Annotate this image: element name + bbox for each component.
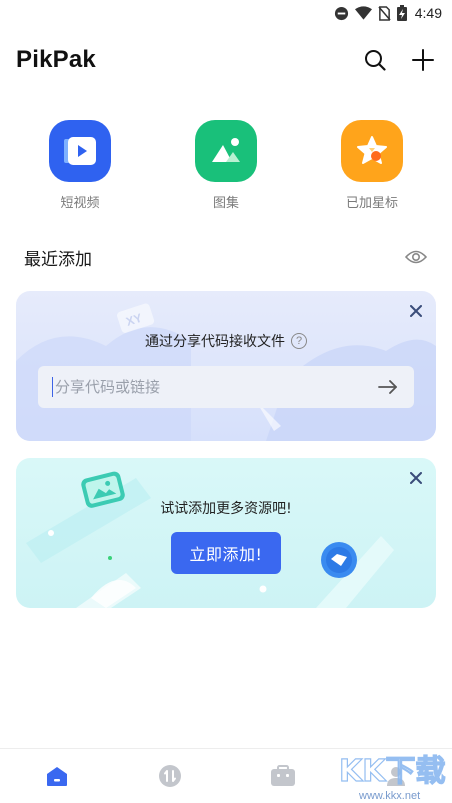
quick-item-label: 短视频 (60, 196, 100, 211)
quick-item-label: 已加星标 (345, 196, 398, 211)
image-icon (195, 120, 257, 182)
quick-access: 短视频 图集 已加星标 (0, 120, 452, 211)
nav-tab-toolbox[interactable] (253, 751, 313, 801)
video-icon (49, 120, 111, 182)
help-icon[interactable]: ? (291, 333, 307, 349)
transfer-icon (158, 765, 181, 787)
share-code-input[interactable] (52, 377, 376, 397)
search-button[interactable] (362, 47, 388, 73)
arrow-right-icon (378, 380, 397, 394)
nav-tab-transfer[interactable] (140, 751, 200, 801)
home-icon (46, 767, 67, 786)
share-title: 通过分享代码接收文件 (145, 334, 285, 350)
plus-icon (412, 49, 434, 71)
close-icon (410, 472, 422, 484)
quick-item-videos[interactable]: 短视频 (20, 120, 140, 211)
account-icon (386, 767, 405, 786)
do-not-disturb-icon (334, 6, 349, 21)
close-share-card-button[interactable] (406, 301, 426, 321)
add-button[interactable] (410, 47, 436, 73)
close-icon (410, 305, 422, 317)
share-title-row: 通过分享代码接收文件 ? (16, 331, 436, 351)
eye-icon (405, 250, 427, 264)
submit-share-code-button[interactable] (376, 375, 400, 399)
wifi-icon (354, 6, 372, 20)
quick-item-label: 图集 (212, 196, 239, 211)
app-header: PikPak (0, 40, 452, 80)
no-sim-icon (378, 5, 391, 21)
app-title: PikPak (16, 46, 96, 73)
toggle-visibility-button[interactable] (404, 245, 428, 269)
toolbox-icon (270, 765, 295, 786)
recent-section-header: 最近添加 (24, 243, 428, 271)
battery-charging-icon (396, 5, 407, 21)
nav-tab-account[interactable] (366, 751, 426, 801)
star-icon (341, 120, 403, 182)
nav-tab-home[interactable] (27, 751, 87, 801)
share-code-card: XY 通过分享代码接收文件 ? (16, 291, 436, 441)
share-input-wrapper (38, 366, 414, 408)
quick-item-starred[interactable]: 已加星标 (312, 120, 432, 211)
close-promo-card-button[interactable] (406, 468, 426, 488)
quick-item-gallery[interactable]: 图集 (166, 120, 286, 211)
section-title: 最近添加 (24, 249, 92, 270)
add-resources-card: 试试添加更多资源吧! 立即添加! (16, 458, 436, 608)
promo-text: 试试添加更多资源吧! (160, 501, 292, 517)
add-now-button[interactable]: 立即添加! (171, 532, 281, 574)
bottom-navigation (0, 748, 452, 803)
status-time: 4:49 (414, 5, 442, 21)
search-icon (365, 50, 386, 71)
status-bar: 4:49 (0, 0, 452, 26)
